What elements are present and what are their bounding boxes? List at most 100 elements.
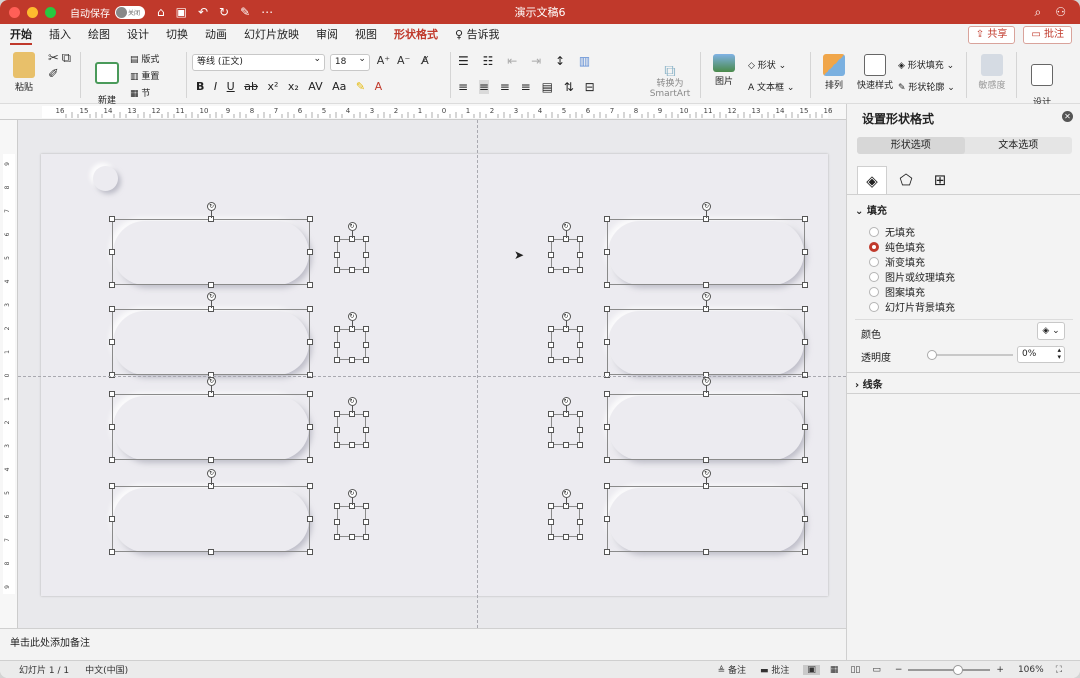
resize-handle[interactable]	[577, 326, 583, 332]
resize-handle[interactable]	[109, 483, 115, 489]
resize-handle[interactable]	[307, 483, 313, 489]
transparency-slider[interactable]	[929, 354, 1013, 356]
resize-handle[interactable]	[307, 516, 313, 522]
resize-handle[interactable]	[363, 357, 369, 363]
autosave-toggle[interactable]: 关闭	[115, 5, 145, 19]
resize-handle[interactable]	[548, 426, 554, 433]
zoom-level[interactable]: 106%	[1018, 665, 1044, 675]
resize-handle[interactable]	[577, 442, 583, 448]
home-icon[interactable]: ⌂	[157, 5, 165, 19]
comments-button[interactable]: ▭ 批注	[1023, 26, 1072, 44]
resize-handle[interactable]	[802, 372, 808, 378]
resize-handle[interactable]	[363, 503, 369, 509]
selection-box[interactable]	[607, 309, 805, 375]
undo-icon[interactable]: ↶	[198, 5, 208, 19]
decrease-font-icon[interactable]: A⁻	[397, 54, 410, 68]
zoom-thumb[interactable]	[953, 664, 964, 675]
paste-button[interactable]: 粘贴	[8, 52, 40, 93]
resize-handle[interactable]	[307, 549, 313, 555]
selection-box[interactable]	[337, 329, 366, 360]
resize-handle[interactable]	[208, 282, 214, 288]
zoom-out-icon[interactable]: −	[895, 665, 903, 675]
align-right-icon[interactable]: ≡	[500, 80, 510, 94]
resize-handle[interactable]	[577, 426, 583, 433]
rotation-handle-icon[interactable]: ↻	[702, 469, 711, 478]
resize-handle[interactable]	[548, 267, 554, 273]
resize-handle[interactable]	[334, 341, 340, 348]
resize-handle[interactable]	[802, 516, 808, 522]
resize-handle[interactable]	[334, 236, 340, 242]
zoom-slider[interactable]	[908, 664, 991, 675]
arrange-button[interactable]: 排列	[816, 54, 852, 91]
highlight-icon[interactable]: ✎	[356, 80, 365, 93]
layout-button[interactable]: ▤ 版式	[130, 52, 182, 69]
slide-sorter-icon[interactable]: ▦	[830, 665, 839, 675]
selection-box[interactable]	[551, 239, 580, 270]
more-icon[interactable]: ⋯	[261, 5, 273, 19]
maximize-window-button[interactable]	[45, 6, 56, 18]
horizontal-guide[interactable]	[18, 376, 846, 377]
selection-box[interactable]	[551, 506, 580, 537]
textbox-button[interactable]: A 文本框 ⌄	[748, 77, 794, 99]
resize-handle[interactable]	[802, 282, 808, 288]
resize-handle[interactable]	[334, 411, 340, 417]
selection-box[interactable]	[112, 219, 310, 285]
rotation-handle-icon[interactable]: ↻	[207, 202, 216, 211]
tab-tell-me[interactable]: ♀ 告诉我	[455, 24, 500, 46]
section-button[interactable]: ▦ 节	[130, 86, 182, 103]
notes-pane[interactable]: 单击此处添加备注	[0, 628, 846, 660]
resize-handle[interactable]	[703, 549, 709, 555]
resize-handle[interactable]	[604, 516, 610, 522]
tab-insert[interactable]: 插入	[49, 24, 71, 46]
resize-handle[interactable]	[548, 326, 554, 332]
resize-handle[interactable]	[577, 251, 583, 258]
minimize-window-button[interactable]	[27, 6, 38, 18]
vertical-ruler[interactable]: 9 8 7 6 5 4 3 2 1 0 1 2 3 4 5 6 7 8 9	[0, 120, 18, 628]
close-window-button[interactable]	[9, 6, 20, 18]
resize-handle[interactable]	[703, 457, 709, 463]
slide[interactable]: ↻ ↻ ↻ ↻ ↻ ↻ ↻ ↻ ↻ ↻ ↻ ↻ ↻ ↻ ↻ ↻	[41, 154, 828, 596]
resize-handle[interactable]	[348, 534, 355, 540]
resize-handle[interactable]	[802, 391, 808, 397]
resize-handle[interactable]	[363, 326, 369, 332]
line-spacing-icon[interactable]: ↕	[555, 54, 565, 68]
slideshow-icon[interactable]: ▭	[872, 665, 881, 675]
resize-handle[interactable]	[577, 236, 583, 242]
redo-icon[interactable]: ↻	[219, 5, 229, 19]
resize-handle[interactable]	[109, 457, 115, 463]
resize-handle[interactable]	[548, 442, 554, 448]
zoom-in-icon[interactable]: +	[996, 665, 1004, 675]
line-section-header[interactable]: › 线条	[847, 376, 1080, 391]
resize-handle[interactable]	[802, 306, 808, 312]
fill-option-none[interactable]: 无填充	[855, 224, 1080, 239]
resize-handle[interactable]	[334, 357, 340, 363]
resize-handle[interactable]	[334, 518, 340, 525]
format-painter-icon[interactable]: ✐	[48, 68, 59, 82]
slider-thumb[interactable]	[927, 350, 937, 360]
selection-box[interactable]	[607, 394, 805, 460]
font-color-icon[interactable]: A	[375, 80, 383, 93]
resize-handle[interactable]	[802, 549, 808, 555]
resize-handle[interactable]	[109, 516, 115, 522]
sensitivity-button[interactable]: 敏感度	[974, 54, 1010, 91]
distribute-icon[interactable]: ▤	[542, 80, 553, 94]
resize-handle[interactable]	[604, 306, 610, 312]
resize-handle[interactable]	[604, 424, 610, 430]
resize-handle[interactable]	[307, 457, 313, 463]
resize-handle[interactable]	[548, 341, 554, 348]
rotation-handle-icon[interactable]: ↻	[207, 469, 216, 478]
convert-smartart-button[interactable]: ⧉ 转换为 SmartArt	[646, 54, 694, 100]
resize-handle[interactable]	[109, 391, 115, 397]
decrease-indent-icon[interactable]: ⇤	[507, 54, 517, 68]
size-properties-icon[interactable]: ⊞	[925, 166, 955, 194]
resize-handle[interactable]	[548, 411, 554, 417]
tab-view[interactable]: 视图	[355, 24, 377, 46]
quick-styles-button[interactable]: 快速样式	[854, 54, 896, 91]
effects-icon[interactable]: ⬠	[891, 166, 921, 194]
search-icon[interactable]: ⌕	[1035, 5, 1042, 20]
shape-button[interactable]: ◇ 形状 ⌄	[748, 55, 794, 77]
resize-handle[interactable]	[802, 339, 808, 345]
rotation-handle-icon[interactable]: ↻	[347, 397, 357, 406]
resize-handle[interactable]	[363, 411, 369, 417]
resize-handle[interactable]	[604, 216, 610, 222]
